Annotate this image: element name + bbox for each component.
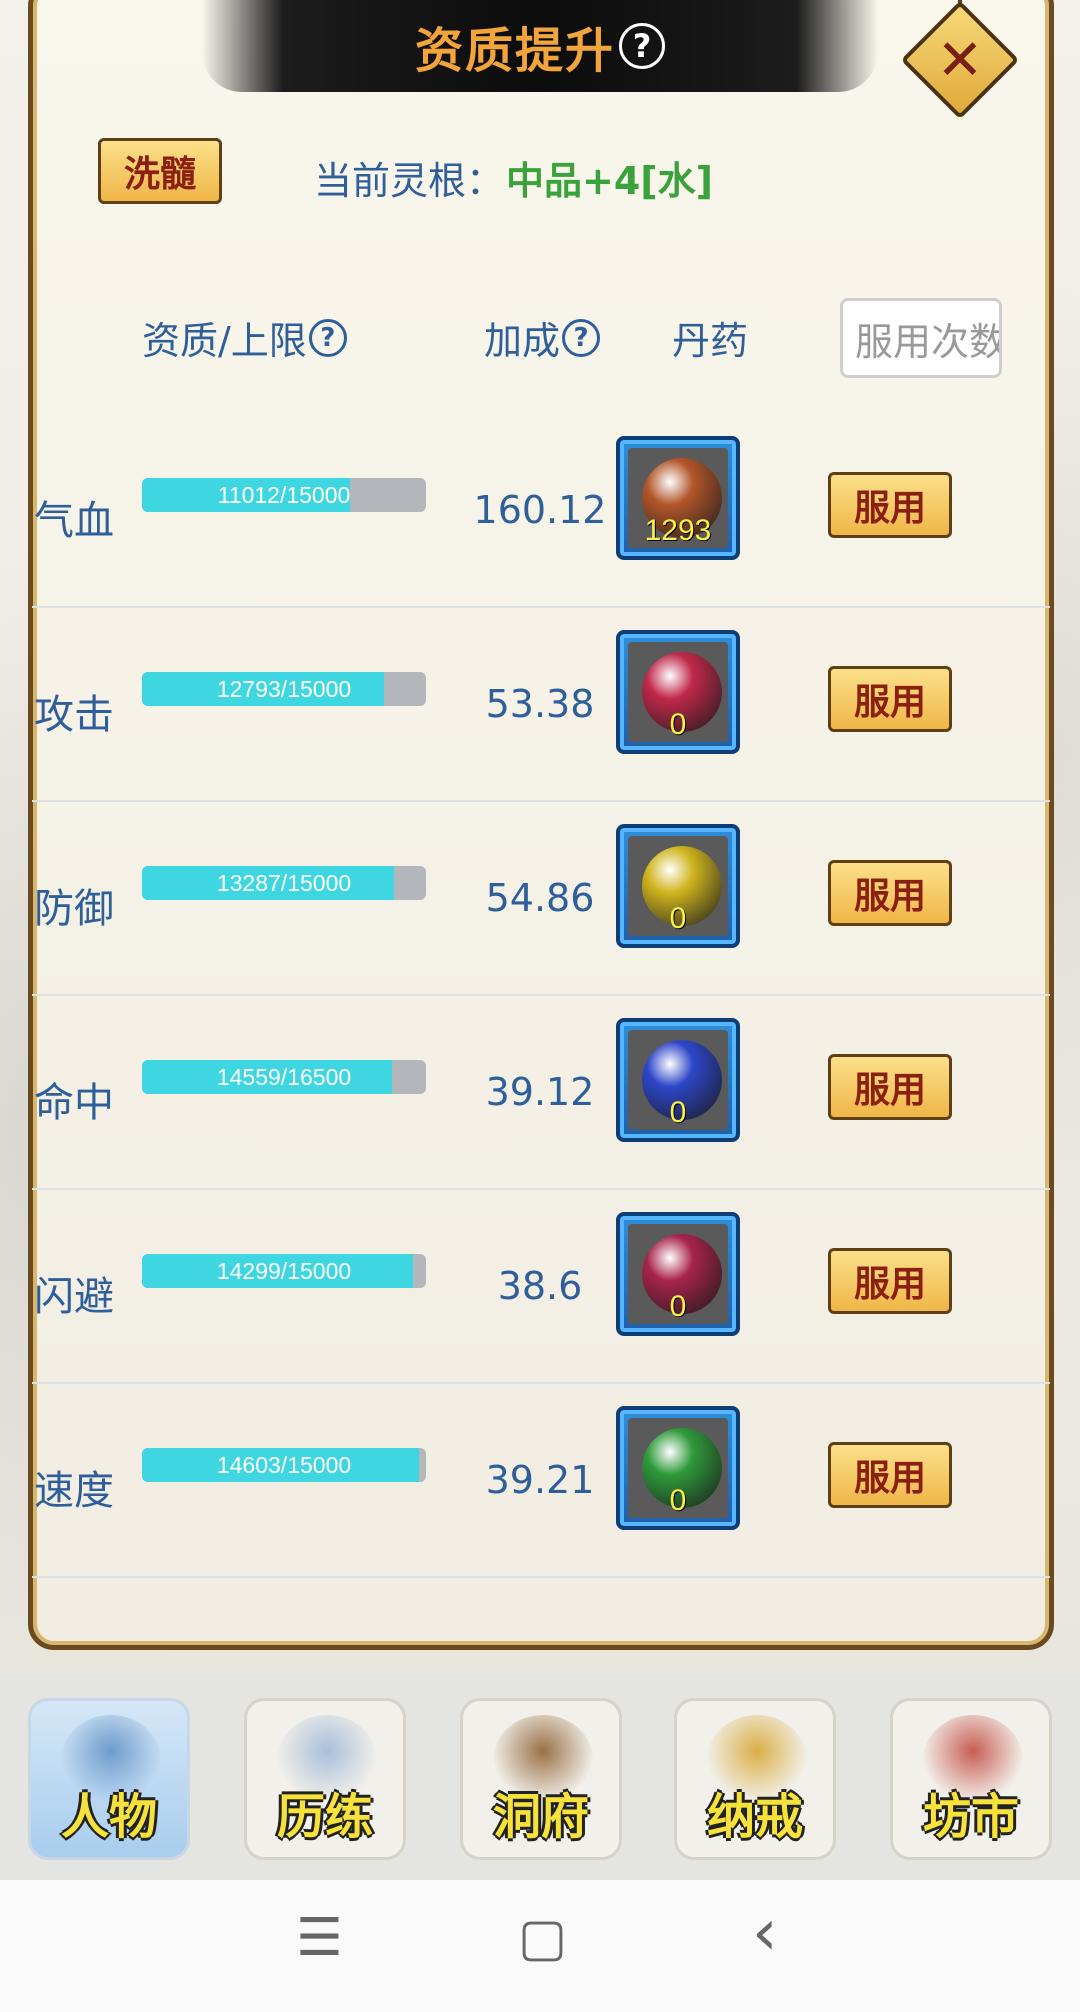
- close-icon: ✕: [936, 27, 984, 93]
- nav-label: 历练: [276, 1789, 373, 1845]
- nav-item-4[interactable]: 纳戒: [674, 1698, 836, 1860]
- aptitude-panel: [28, 0, 1054, 1650]
- pill-column-header: 丹药: [672, 310, 748, 365]
- aptitude-column-header: 资质/上限 ?: [142, 310, 347, 365]
- aptitude-progress-bar: 14603/15000: [142, 1448, 426, 1482]
- menu-icon[interactable]: ☰: [296, 1908, 343, 1968]
- nav-item-5[interactable]: 坊市: [890, 1698, 1052, 1860]
- row-divider: [32, 994, 1050, 996]
- nav-label: 坊市: [922, 1789, 1019, 1845]
- pill-slot[interactable]: 0: [616, 824, 740, 948]
- pill-slot[interactable]: 1293: [616, 436, 740, 560]
- row-divider: [32, 1188, 1050, 1190]
- stat-name-label: 闪避: [34, 1274, 114, 1320]
- spirit-root-label: 当前灵根：: [314, 159, 505, 203]
- pill-slot[interactable]: 0: [616, 1212, 740, 1336]
- aptitude-progress-text: 14559/16500: [216, 1063, 352, 1090]
- aptitude-progress-text: 14299/15000: [216, 1257, 352, 1284]
- use-pill-button[interactable]: 服用: [828, 1442, 952, 1508]
- spirit-root-value: 中品+4[水]: [506, 159, 714, 203]
- bottom-navigation: 人物 历练 洞府 纳戒 坊市: [0, 1674, 1080, 1880]
- pill-count: 0: [669, 1290, 687, 1323]
- aptitude-progress-text: 11012/15000: [217, 481, 351, 508]
- stat-name-label: 防御: [34, 886, 114, 932]
- bonus-header-label: 加成: [484, 319, 561, 363]
- aptitude-progress-bar: 12793/15000: [142, 672, 426, 706]
- wash-marrow-button[interactable]: 洗髓: [98, 138, 222, 204]
- nav-label: 人物: [60, 1789, 157, 1845]
- title-help-icon[interactable]: ?: [619, 23, 665, 69]
- pill-count: 0: [669, 708, 687, 741]
- pill-count: 1293: [644, 514, 712, 547]
- system-navigation-bar: ☰ ▢ ‹: [0, 1880, 1080, 2012]
- pill-count: 0: [669, 1096, 687, 1129]
- pill-count: 0: [669, 1484, 687, 1517]
- aptitude-progress-bar: 13287/15000: [142, 866, 426, 900]
- title-banner: 资质提升 ?: [202, 0, 878, 92]
- nav-item-1[interactable]: 人物: [28, 1698, 190, 1860]
- stat-name-label: 攻击: [34, 692, 114, 738]
- stat-name-label: 命中: [34, 1080, 114, 1126]
- use-pill-button[interactable]: 服用: [828, 860, 952, 926]
- pill-header-label: 丹药: [672, 319, 749, 363]
- row-divider: [32, 606, 1050, 608]
- aptitude-progress-bar: 14559/16500: [142, 1060, 426, 1094]
- home-icon[interactable]: ▢: [518, 1908, 567, 1968]
- use-count-input[interactable]: 服用次数: [840, 298, 1002, 378]
- row-divider: [32, 1382, 1050, 1384]
- back-icon[interactable]: ‹: [752, 1896, 778, 1970]
- aptitude-progress-text: 14603/15000: [216, 1451, 352, 1478]
- aptitude-help-icon[interactable]: ?: [308, 318, 347, 357]
- bonus-help-icon[interactable]: ?: [562, 318, 601, 357]
- nav-item-2[interactable]: 历练: [244, 1698, 406, 1860]
- aptitude-progress-bar: 11012/15000: [142, 478, 426, 512]
- use-pill-button[interactable]: 服用: [828, 666, 952, 732]
- use-pill-button[interactable]: 服用: [828, 1054, 952, 1120]
- pill-count: 0: [669, 902, 687, 935]
- use-pill-button[interactable]: 服用: [828, 472, 952, 538]
- page-title: 资质提升: [414, 23, 615, 79]
- aptitude-header-label: 资质/上限: [142, 319, 307, 363]
- row-divider: [32, 1576, 1050, 1578]
- nav-label: 纳戒: [706, 1789, 803, 1845]
- row-divider: [32, 800, 1050, 802]
- aptitude-progress-bar: 14299/15000: [142, 1254, 426, 1288]
- nav-label: 洞府: [492, 1789, 589, 1845]
- bonus-column-header: 加成 ?: [484, 310, 601, 365]
- pill-slot[interactable]: 0: [616, 1018, 740, 1142]
- stat-name-label: 速度: [34, 1468, 114, 1514]
- pill-slot[interactable]: 0: [616, 1406, 740, 1530]
- aptitude-progress-text: 13287/15000: [216, 869, 352, 896]
- stat-name-label: 气血: [34, 498, 114, 544]
- use-pill-button[interactable]: 服用: [828, 1248, 952, 1314]
- pill-slot[interactable]: 0: [616, 630, 740, 754]
- aptitude-progress-text: 12793/15000: [216, 675, 352, 702]
- nav-item-3[interactable]: 洞府: [460, 1698, 622, 1860]
